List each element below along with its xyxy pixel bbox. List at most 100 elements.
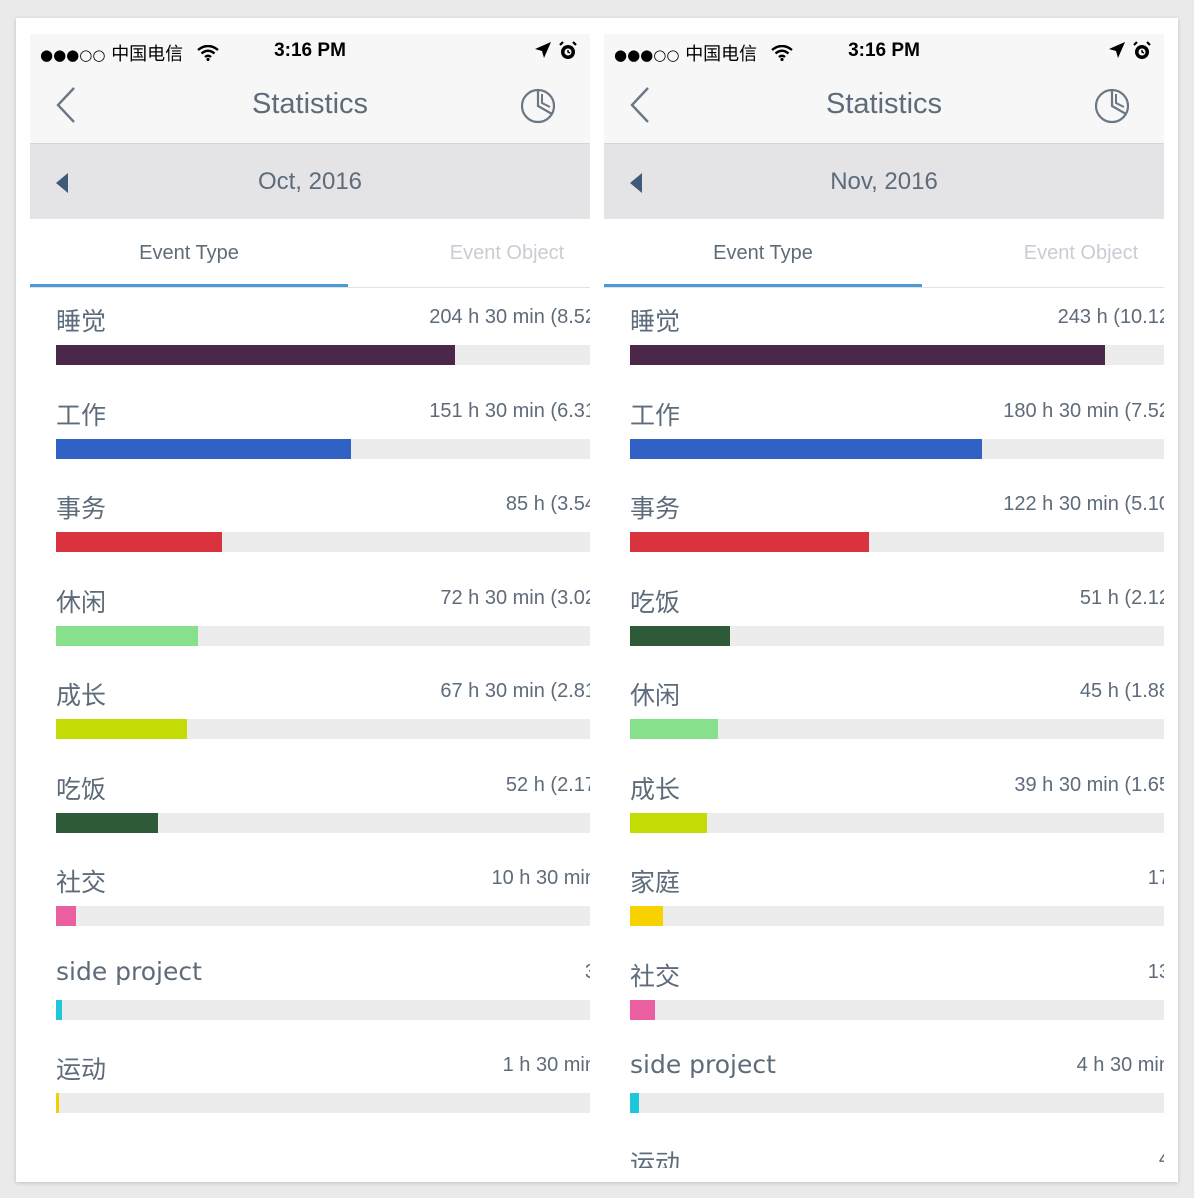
progress-fill	[630, 812, 707, 833]
event-type-label: 运动	[56, 1055, 107, 1084]
duration-value: 243 h (10.12	[1057, 306, 1164, 328]
duration-value-clip: 39 h 30 min (1.65	[804, 774, 1164, 800]
progress-fill	[56, 906, 76, 926]
duration-value: 122 h 30 min (5.10	[1003, 493, 1164, 515]
event-type-label: 成长	[56, 681, 107, 710]
event-type-label: 工作	[630, 400, 681, 430]
progress-track	[630, 1093, 1164, 1113]
alarm-icon	[1133, 41, 1151, 59]
tab-event-object[interactable]: Event Object	[922, 220, 1164, 284]
list-item[interactable]: 运动 4	[604, 1130, 1164, 1169]
duration-value: 204 h 30 min (8.52	[429, 306, 590, 328]
progress-fill	[630, 1093, 639, 1113]
list-item[interactable]: 吃饭 51 h (2.12	[604, 569, 1164, 662]
list-item[interactable]: 工作 180 h 30 min (7.52	[604, 382, 1164, 475]
progress-fill	[630, 438, 982, 459]
event-type-label: 社交	[630, 961, 681, 991]
list-item[interactable]: 运动 1 h 30 min	[30, 1036, 590, 1129]
list-item[interactable]: 社交 10 h 30 min	[30, 849, 590, 942]
list-item[interactable]: 家庭 17	[604, 849, 1164, 942]
duration-value-clip: 51 h (2.12	[804, 587, 1164, 613]
progress-fill	[630, 532, 869, 552]
list-item[interactable]: 工作 151 h 30 min (6.31	[30, 382, 590, 475]
duration-value-clip: 45 h (1.88	[804, 680, 1164, 706]
list-item[interactable]: 睡觉 243 h (10.12	[604, 288, 1164, 381]
tab-bar: Event Type Event Object	[30, 220, 590, 288]
status-time: 3:16 PM	[274, 40, 346, 61]
month-selector: Oct, 2016	[30, 144, 590, 219]
tab-bar: Event Type Event Object	[604, 220, 1164, 288]
tab-event-type[interactable]: Event Type	[30, 220, 348, 284]
duration-value-clip: 67 h 30 min (2.81	[230, 680, 590, 706]
list-item[interactable]: 成长 39 h 30 min (1.65	[604, 756, 1164, 849]
duration-value: 151 h 30 min (6.31	[429, 399, 590, 422]
progress-fill	[630, 906, 663, 926]
event-type-label: side project	[56, 956, 202, 986]
progress-fill	[630, 625, 730, 646]
alarm-icon	[559, 41, 577, 59]
event-type-label: 休闲	[56, 587, 107, 617]
progress-track	[56, 999, 590, 1020]
duration-value-clip: 4 h 30 min	[804, 1054, 1164, 1080]
duration-value-clip: 85 h (3.54	[230, 493, 590, 519]
duration-value-clip: 52 h (2.17	[230, 774, 590, 800]
duration-value: 180 h 30 min (7.52	[1003, 399, 1164, 422]
page-title: Statistics	[251, 88, 369, 120]
event-type-label: 社交	[56, 868, 107, 897]
event-type-label: 成长	[630, 774, 681, 804]
progress-fill	[56, 812, 158, 833]
duration-value-clip: 72 h 30 min (3.02	[230, 587, 590, 613]
location-arrow-icon	[535, 42, 551, 58]
duration-value-clip: 17	[804, 867, 1164, 893]
duration-value: 10 h 30 min	[491, 867, 590, 889]
event-type-label: 睡觉	[630, 307, 681, 336]
progress-track	[630, 719, 1164, 739]
progress-track	[630, 345, 1164, 365]
duration-value: 17	[1147, 867, 1164, 889]
duration-value: 13	[1147, 960, 1164, 983]
event-type-label: 家庭	[630, 868, 681, 897]
progress-fill	[56, 625, 198, 646]
progress-track	[56, 906, 590, 926]
list-item[interactable]: 吃饭 52 h (2.17	[30, 756, 590, 849]
list-item[interactable]: 休闲 72 h 30 min (3.02	[30, 569, 590, 662]
duration-value-clip: 243 h (10.12	[804, 306, 1164, 332]
event-type-label: 睡觉	[56, 307, 107, 336]
pie-chart-icon[interactable]	[518, 86, 558, 126]
duration-value: 4	[1159, 1148, 1164, 1169]
duration-value-clip: 4	[804, 1148, 1164, 1169]
event-type-label: 事务	[56, 494, 107, 523]
phone-screen-october: ●●●○○ 中国电信 3:16 PM Statistics Oct, 2016 …	[30, 34, 590, 1168]
active-tab-indicator	[30, 284, 348, 287]
tab-event-object[interactable]: Event Object	[348, 220, 590, 284]
status-icons	[532, 41, 582, 63]
event-type-label: 运动	[630, 1148, 681, 1169]
duration-value: 51 h (2.12	[1079, 586, 1164, 609]
duration-value: 52 h (2.17	[505, 773, 590, 796]
status-time: 3:16 PM	[848, 40, 920, 61]
navigation-bar: Statistics	[604, 68, 1164, 144]
event-type-label: 休闲	[630, 681, 681, 710]
progress-fill	[56, 532, 222, 552]
tab-event-type[interactable]: Event Type	[604, 220, 922, 284]
duration-value-clip: 3	[230, 961, 590, 987]
list-item[interactable]: 事务 85 h (3.54	[30, 475, 590, 568]
duration-value-clip: 10 h 30 min	[230, 867, 590, 893]
list-item[interactable]: 社交 13	[604, 943, 1164, 1036]
duration-value: 85 h (3.54	[505, 493, 590, 515]
progress-fill	[56, 1093, 59, 1113]
progress-track	[56, 625, 590, 646]
list-item[interactable]: side project 4 h 30 min	[604, 1036, 1164, 1129]
list-item[interactable]: 事务 122 h 30 min (5.10	[604, 475, 1164, 568]
month-label: Oct, 2016	[257, 168, 363, 195]
duration-value-clip: 204 h 30 min (8.52	[230, 306, 590, 332]
list-item[interactable]: side project 3	[30, 943, 590, 1036]
progress-track	[56, 438, 590, 459]
progress-fill	[56, 999, 62, 1020]
active-tab-indicator	[604, 284, 922, 287]
duration-value: 4 h 30 min	[1076, 1054, 1164, 1076]
list-item[interactable]: 睡觉 204 h 30 min (8.52	[30, 288, 590, 381]
pie-chart-icon[interactable]	[1092, 86, 1132, 126]
list-item[interactable]: 成长 67 h 30 min (2.81	[30, 662, 590, 755]
list-item[interactable]: 休闲 45 h (1.88	[604, 662, 1164, 755]
